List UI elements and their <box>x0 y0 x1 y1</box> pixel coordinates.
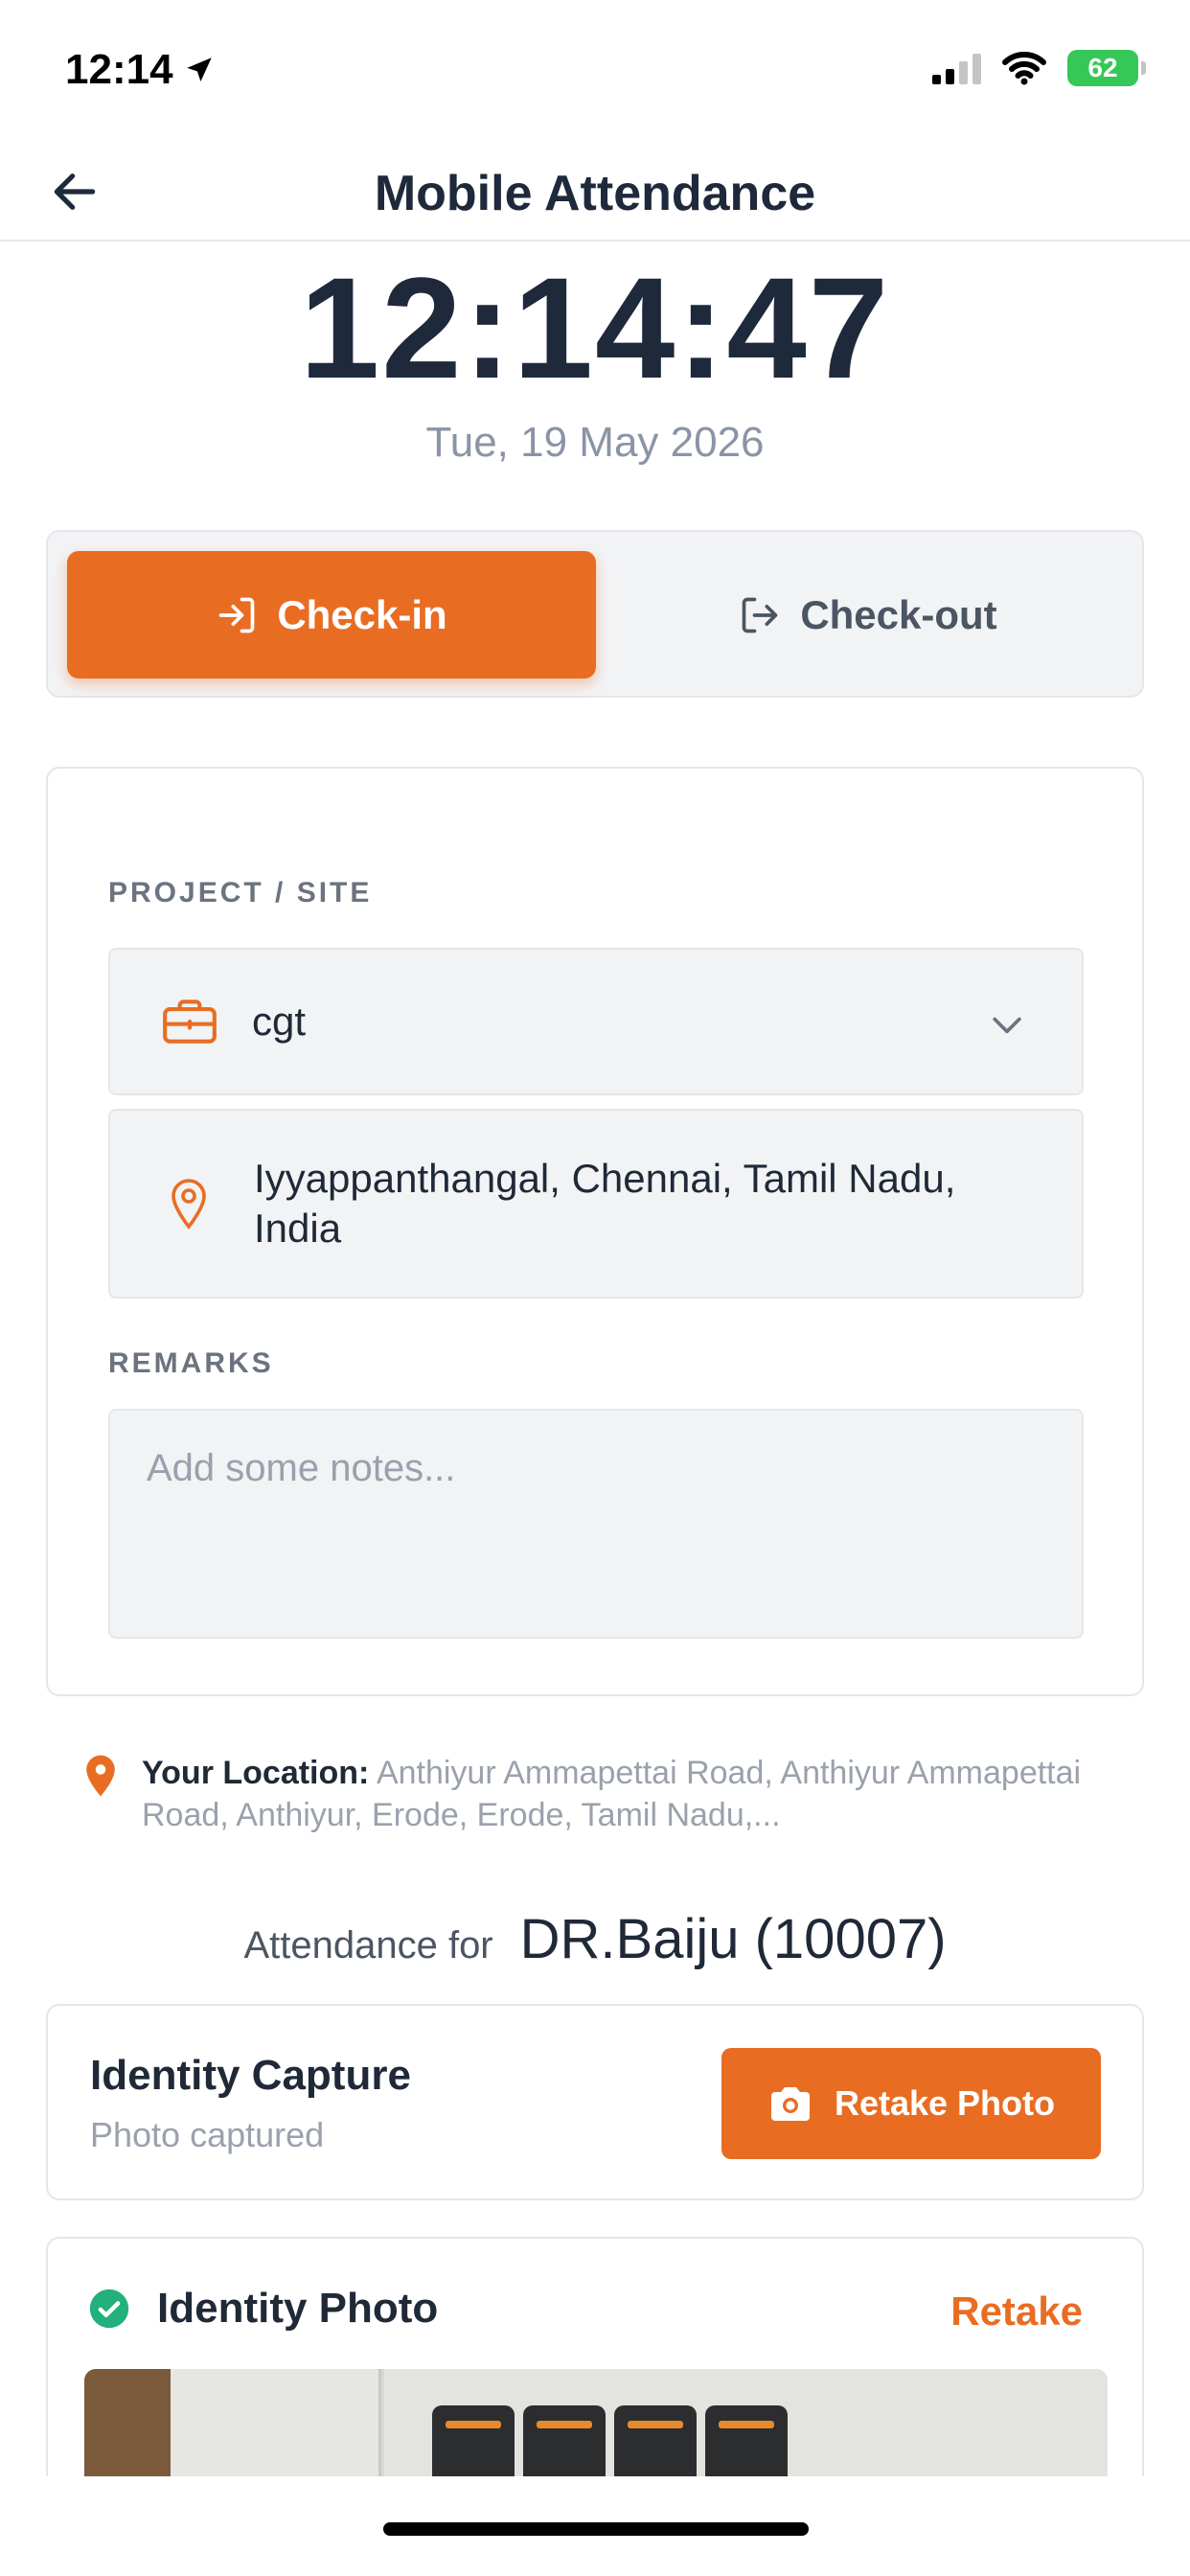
status-icons: 62 <box>932 50 1146 86</box>
check-circle-icon <box>89 2288 129 2329</box>
retake-photo-button[interactable]: Retake Photo <box>721 2048 1101 2159</box>
attendance-mode-toggle: Check-in Check-out <box>46 530 1144 698</box>
chevron-down-icon <box>993 1017 1021 1034</box>
attendance-form-card: PROJECT / SITE cgt Iyyappanthangal, Chen… <box>46 767 1144 1696</box>
status-time: 12:14 <box>65 46 216 94</box>
employee-name: DR.Baiju (10007) <box>519 1908 947 1970</box>
remarks-placeholder: Add some notes... <box>147 1447 456 1489</box>
identity-capture-title: Identity Capture <box>90 2052 411 2099</box>
check-in-icon <box>218 597 255 632</box>
signal-icon <box>932 52 981 84</box>
attendance-for-label: Attendance for <box>243 1924 493 1966</box>
remarks-textarea[interactable]: Add some notes... <box>108 1409 1084 1639</box>
status-time-text: 12:14 <box>65 46 173 93</box>
camera-icon <box>770 2087 810 2121</box>
check-in-label: Check-in <box>277 591 447 637</box>
current-location-info: Your Location: Anthiyur Ammapettai Road,… <box>84 1752 1100 1836</box>
map-pin-icon <box>172 1179 206 1230</box>
retake-photo-label: Retake Photo <box>834 2083 1056 2123</box>
current-date: Tue, 19 May 2026 <box>425 419 765 466</box>
check-out-icon <box>742 597 778 632</box>
briefcase-icon <box>163 1000 217 1044</box>
identity-capture-status: Photo captured <box>90 2115 325 2154</box>
attendance-for: Attendance for DR.Baiju (10007) <box>0 1907 1190 1971</box>
current-location-label: Your Location: <box>142 1755 370 1791</box>
project-site-select[interactable]: cgt <box>108 948 1084 1095</box>
app-header: Mobile Attendance <box>0 144 1190 242</box>
location-arrow-icon <box>186 58 212 82</box>
live-clock: 12:14:47 <box>299 247 891 408</box>
project-site-value: cgt <box>252 999 307 1044</box>
retake-link[interactable]: Retake <box>950 2288 1083 2334</box>
battery-icon: 62 <box>1067 50 1146 86</box>
status-bar: 12:14 62 <box>0 0 1190 144</box>
identity-photo-title: Identity Photo <box>157 2285 439 2332</box>
home-indicator[interactable] <box>383 2522 809 2536</box>
home-indicator-area <box>0 2476 1190 2576</box>
page-title: Mobile Attendance <box>374 166 816 221</box>
remarks-label: REMARKS <box>108 1347 274 1379</box>
current-location-text: Your Location: Anthiyur Ammapettai Road,… <box>142 1752 1100 1836</box>
identity-capture-card: Identity Capture Photo captured Retake P… <box>46 2004 1144 2200</box>
battery-level: 62 <box>1087 53 1118 82</box>
identity-photo-header: Identity Photo <box>88 2285 438 2333</box>
check-in-button[interactable]: Check-in <box>67 551 596 678</box>
map-pin-icon <box>86 1755 115 1797</box>
project-site-label: PROJECT / SITE <box>108 877 373 908</box>
site-location-value: Iyyappanthangal, Chennai, Tamil Nadu, In… <box>254 1156 956 1251</box>
site-location-field: Iyyappanthangal, Chennai, Tamil Nadu, In… <box>108 1109 1084 1299</box>
wifi-icon <box>1002 52 1046 85</box>
check-out-label: Check-out <box>800 591 997 637</box>
check-out-button[interactable]: Check-out <box>604 551 1133 678</box>
